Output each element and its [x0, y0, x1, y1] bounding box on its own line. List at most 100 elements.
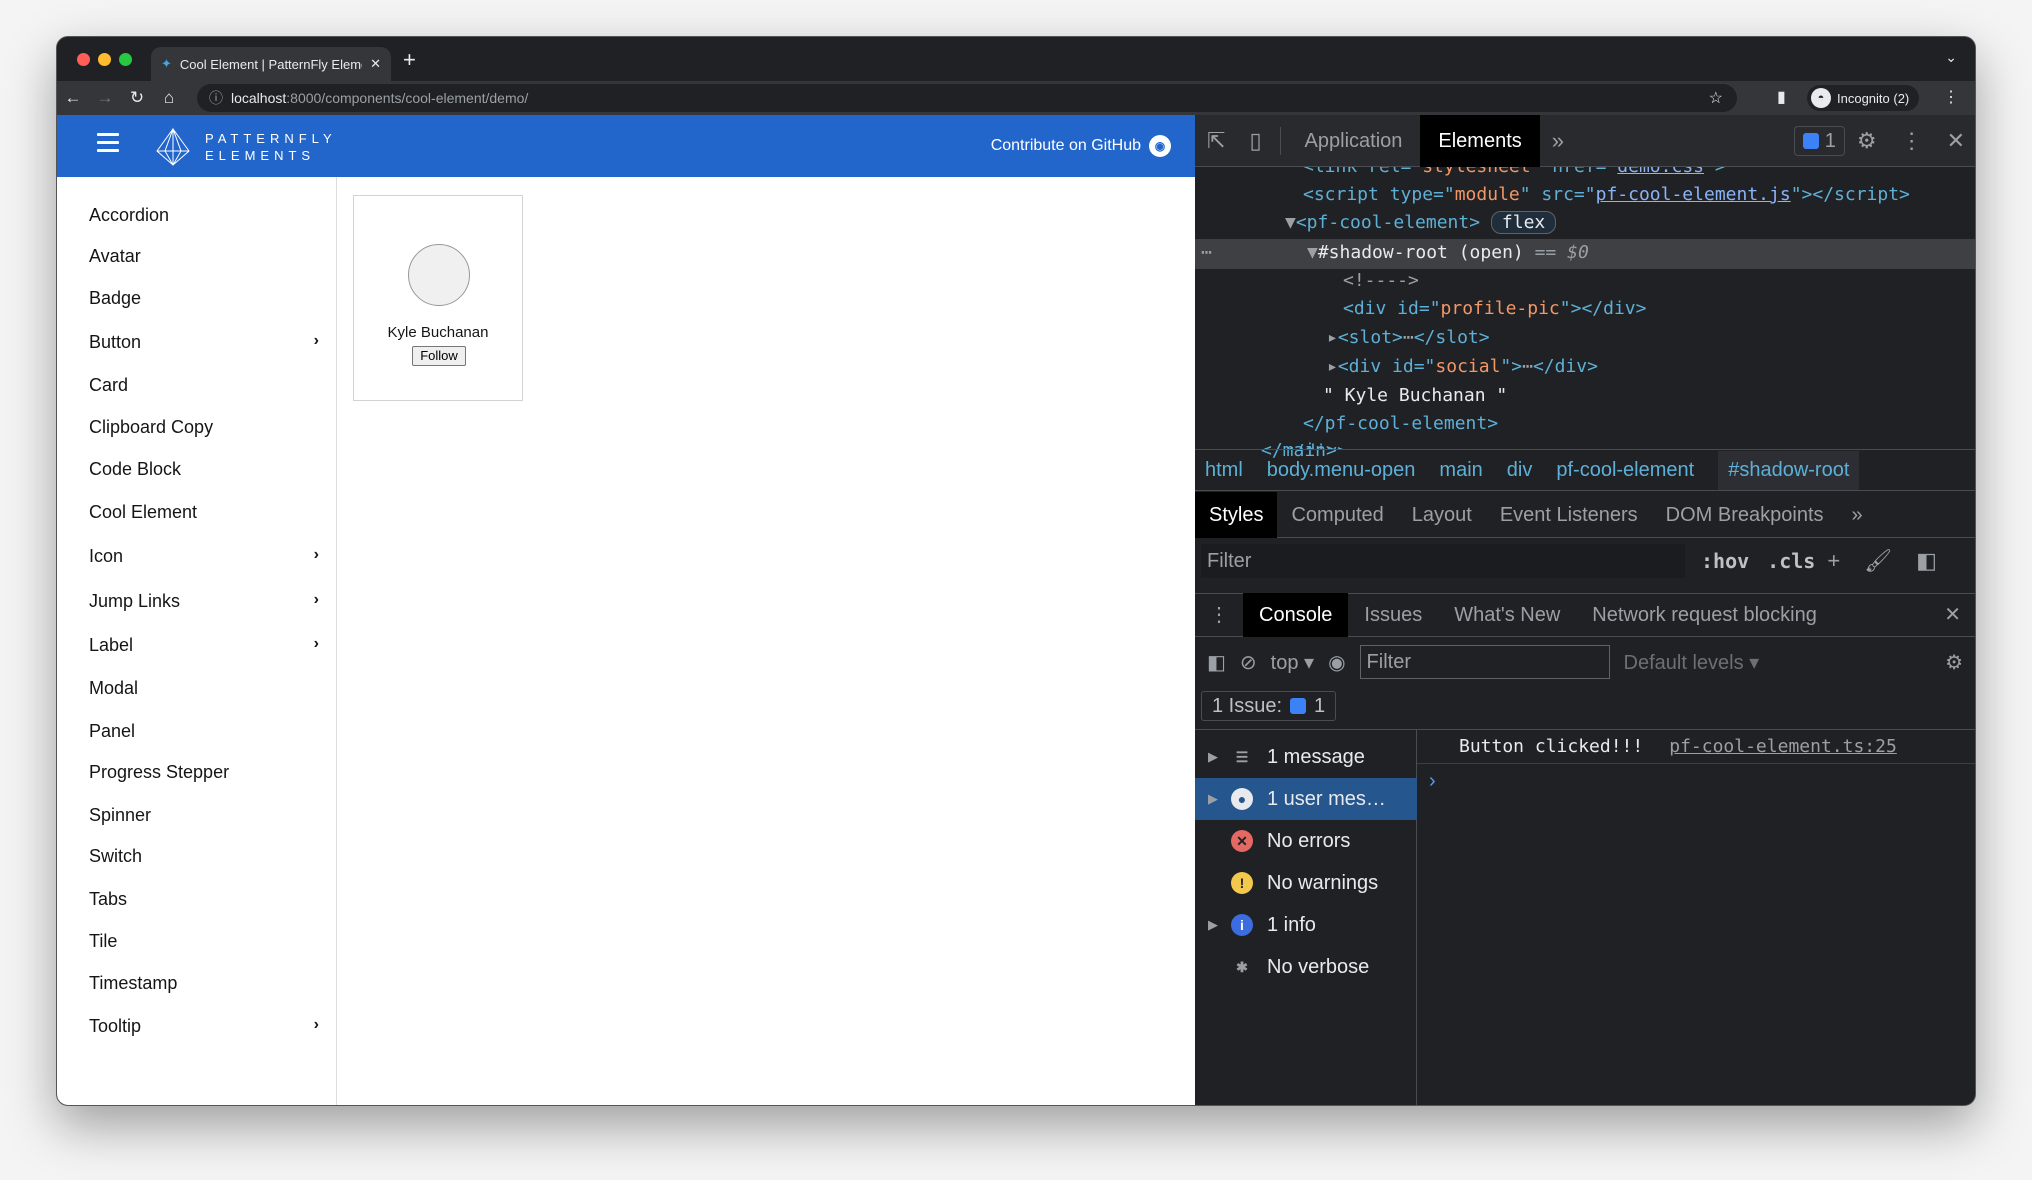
live-expression-eye-icon[interactable]: ◉ [1328, 650, 1345, 675]
breadcrumb-item[interactable]: div [1507, 459, 1533, 482]
sidebar-item-label[interactable]: Label › [89, 635, 319, 656]
more-panes-icon[interactable]: » [1838, 492, 1877, 538]
tab-event-listeners[interactable]: Event Listeners [1486, 492, 1652, 538]
sidebar-item-jump-links[interactable]: Jump Links › [89, 591, 319, 612]
chevron-right-icon[interactable]: › [314, 546, 319, 567]
sidebar-item-card[interactable]: Card [89, 375, 319, 396]
breadcrumb-item[interactable]: main [1439, 459, 1482, 482]
expand-arrow-icon[interactable]: ▶ [1195, 749, 1231, 765]
sidebar-item-code-block[interactable]: Code Block [89, 459, 319, 480]
close-window-button[interactable] [77, 53, 90, 66]
device-toolbar-icon[interactable]: ▯ [1237, 128, 1273, 154]
tab-elements[interactable]: Elements [1420, 114, 1540, 167]
menu-toggle-icon[interactable] [97, 133, 119, 152]
bookmark-star-icon[interactable]: ☆ [1709, 88, 1723, 108]
site-logo[interactable]: PATTERNFLY ELEMENTS [153, 127, 337, 167]
new-tab-button[interactable]: + [403, 47, 416, 73]
console-sidebar-item[interactable]: ✱ No verbose [1195, 946, 1417, 988]
minimize-window-button[interactable] [98, 53, 111, 66]
close-drawer-icon[interactable]: ✕ [1928, 593, 1975, 637]
tab-layout[interactable]: Layout [1398, 492, 1486, 538]
breadcrumb-item[interactable]: html [1205, 459, 1243, 482]
more-options-icon[interactable]: ⋮ [1889, 128, 1935, 154]
drawer-tab-network-request-blocking[interactable]: Network request blocking [1576, 593, 1833, 637]
dom-line-profile-pic[interactable]: <div id="profile-pic"></div> [1343, 295, 1646, 323]
expand-arrow-icon[interactable]: ▶ [1195, 791, 1231, 807]
breadcrumb-item[interactable]: #shadow-root [1718, 450, 1860, 490]
reload-icon[interactable]: ↻ [121, 88, 153, 108]
console-sidebar-item[interactable]: ! No warnings [1195, 862, 1417, 904]
issues-counter[interactable]: 1 Issue: 1 [1201, 691, 1337, 721]
chevron-right-icon[interactable]: › [314, 1016, 319, 1037]
sidebar-item-switch[interactable]: Switch [89, 846, 319, 867]
settings-gear-icon[interactable]: ⚙ [1845, 128, 1889, 154]
paint-brush-icon[interactable]: 🖌 [1852, 548, 1904, 574]
tab-dom-breakpoints[interactable]: DOM Breakpoints [1652, 492, 1838, 538]
chevron-right-icon[interactable]: › [314, 332, 319, 353]
toggle-sidebar-icon[interactable]: ◧ [1904, 548, 1949, 574]
dom-line-comment[interactable]: <!----> [1343, 267, 1419, 295]
dom-line-link[interactable]: <link rel="stylesheet" href="demo.css"> [1303, 167, 1726, 181]
dom-line-close-pf[interactable]: </pf-cool-element> [1303, 410, 1498, 438]
sidebar-item-cool-element[interactable]: Cool Element [89, 502, 319, 523]
sidebar-item-avatar[interactable]: Avatar [89, 246, 319, 267]
dom-line-social[interactable]: ▸<div id="social">⋯</div> [1327, 353, 1598, 381]
sidebar-item-tabs[interactable]: Tabs [89, 889, 319, 910]
sidebar-item-accordion[interactable]: Accordion [89, 205, 319, 226]
drawer-tab-console[interactable]: Console [1243, 593, 1349, 637]
more-tabs-icon[interactable]: » [1540, 128, 1576, 154]
home-icon[interactable]: ⌂ [153, 88, 185, 108]
log-levels-select[interactable]: Default levels ▾ [1624, 650, 1760, 675]
styles-filter-input[interactable]: Filter [1201, 544, 1685, 578]
flex-badge[interactable]: flex [1490, 211, 1557, 234]
drawer-tab-issues[interactable]: Issues [1348, 593, 1438, 637]
clear-console-icon[interactable]: ⊘ [1240, 650, 1257, 675]
chevron-right-icon[interactable]: › [314, 591, 319, 612]
sidebar-item-button[interactable]: Button › [89, 332, 319, 353]
sidebar-item-modal[interactable]: Modal [89, 678, 319, 699]
sidebar-item-icon[interactable]: Icon › [89, 546, 319, 567]
console-filter-input[interactable]: Filter [1359, 645, 1610, 679]
dom-line-ellipsis-icon[interactable]: ⋯ [1201, 239, 1212, 267]
new-style-rule-icon[interactable]: + [1815, 548, 1852, 574]
drawer-menu-icon[interactable]: ⋮ [1195, 593, 1243, 637]
expand-arrow-icon[interactable]: ▶ [1195, 917, 1231, 933]
console-prompt-icon[interactable]: › [1417, 770, 1975, 793]
log-source-link[interactable]: pf-cool-element.ts:25 [1669, 736, 1897, 757]
sidebar-item-badge[interactable]: Badge [89, 288, 319, 309]
context-select[interactable]: top ▾ [1271, 650, 1314, 675]
dom-line-script[interactable]: <script type="module" src="pf-cool-eleme… [1303, 181, 1910, 209]
sidebar-item-panel[interactable]: Panel [89, 721, 319, 742]
sidebar-item-spinner[interactable]: Spinner [89, 805, 319, 826]
issues-badge[interactable]: 1 [1793, 125, 1845, 156]
cls-toggle[interactable]: .cls [1767, 549, 1815, 573]
sidebar-item-clipboard-copy[interactable]: Clipboard Copy [89, 417, 319, 438]
side-panel-icon[interactable]: ▮ [1777, 87, 1786, 107]
browser-tab[interactable]: ✦ Cool Element | PatternFly Elements ✕ [151, 47, 391, 81]
browser-menu-icon[interactable]: ⋮ [1943, 87, 1959, 107]
dom-line-shadow-root[interactable]: ▼#shadow-root (open) == $0 [1307, 239, 1589, 267]
tab-application[interactable]: Application [1287, 115, 1421, 167]
hov-toggle[interactable]: :hov [1701, 549, 1749, 573]
console-settings-gear-icon[interactable]: ⚙ [1945, 650, 1963, 675]
maximize-window-button[interactable] [119, 53, 132, 66]
dom-line-slot[interactable]: ▸<slot>⋯</slot> [1327, 324, 1490, 352]
incognito-profile-button[interactable]: ◓ Incognito (2) [1807, 85, 1920, 111]
dom-line-text[interactable]: " Kyle Buchanan " [1323, 382, 1507, 410]
back-icon[interactable]: ← [57, 88, 89, 108]
tab-styles[interactable]: Styles [1195, 491, 1278, 538]
address-bar[interactable]: ⓘ localhost:8000/components/cool-element… [197, 84, 1737, 112]
tab-computed[interactable]: Computed [1277, 492, 1397, 538]
follow-button[interactable]: Follow [412, 346, 466, 366]
info-icon[interactable]: ⓘ [209, 88, 223, 108]
forward-icon[interactable]: → [89, 88, 121, 108]
sidebar-item-progress-stepper[interactable]: Progress Stepper [89, 762, 319, 783]
console-sidebar-item[interactable]: ▶ ● 1 user mes… [1195, 778, 1417, 820]
breadcrumb-item[interactable]: pf-cool-element [1556, 459, 1694, 482]
console-sidebar-toggle-icon[interactable]: ◧ [1207, 650, 1226, 675]
chevron-right-icon[interactable]: › [314, 635, 319, 656]
breadcrumb-item[interactable]: body.menu-open [1267, 459, 1416, 482]
sidebar-item-tooltip[interactable]: Tooltip › [89, 1016, 319, 1037]
console-sidebar-item[interactable]: ✕ No errors [1195, 820, 1417, 862]
console-sidebar-item[interactable]: ▶ i 1 info [1195, 904, 1417, 946]
